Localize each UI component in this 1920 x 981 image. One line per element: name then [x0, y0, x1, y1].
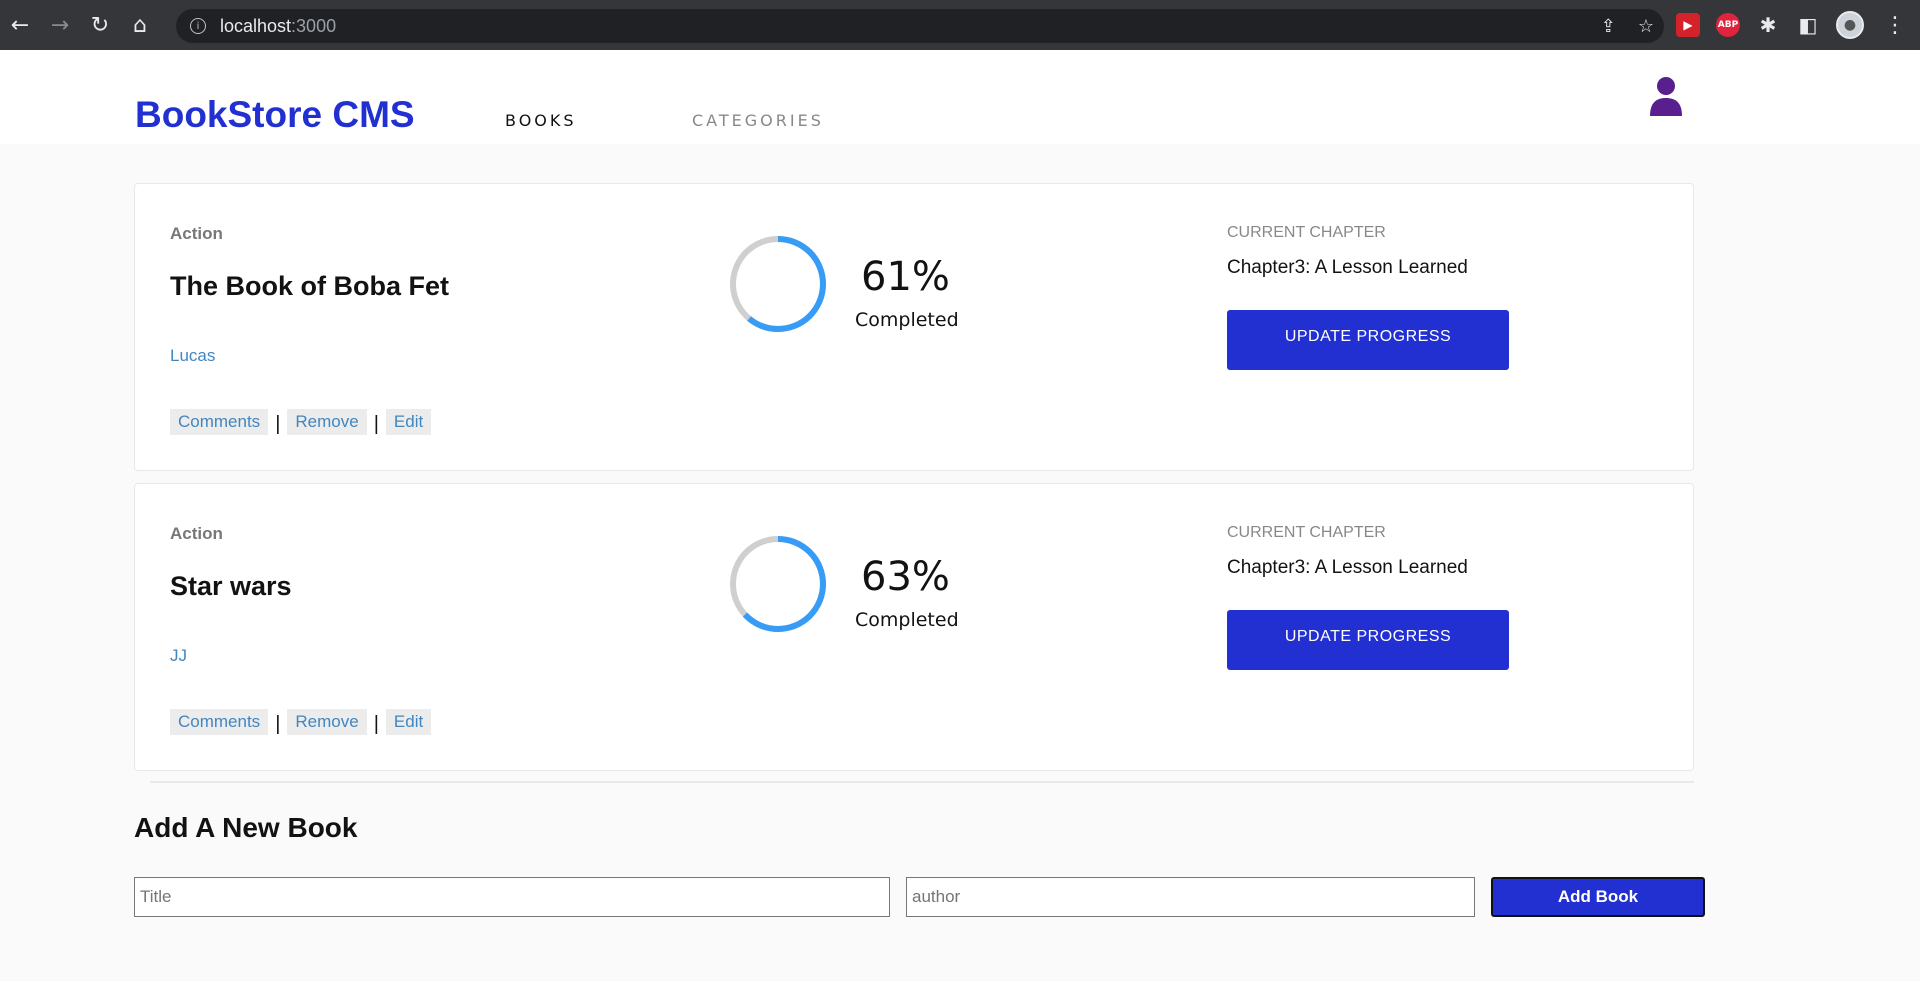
progress-ring [730, 536, 826, 632]
separator: | [373, 413, 379, 435]
progress-percent: 63% [861, 554, 950, 600]
completed-label: Completed [855, 309, 959, 331]
divider [150, 781, 1694, 783]
author-input[interactable] [906, 877, 1475, 917]
remove-button[interactable]: Remove [287, 408, 367, 435]
current-chapter: Chapter3: A Lesson Learned [1227, 257, 1468, 278]
browser-toolbar: ← → ↻ ⌂ i localhost:3000 ⇪ ☆ ▶ ABP ✱ ◧ ●… [0, 0, 1920, 50]
book-actions: Comments | Remove | Edit [170, 407, 432, 436]
update-progress-button[interactable]: UPDATE PROGRESS [1227, 610, 1509, 670]
user-icon[interactable] [1648, 76, 1684, 116]
book-title: Star wars [170, 571, 292, 601]
logo[interactable]: BookStore CMS [135, 94, 415, 136]
comments-button[interactable]: Comments [170, 708, 269, 735]
current-chapter-label: CURRENT CHAPTER [1227, 224, 1386, 241]
progress-ring [730, 236, 826, 332]
profile-avatar[interactable]: ● [1836, 11, 1864, 39]
separator: | [275, 713, 281, 735]
forward-icon[interactable]: → [40, 0, 80, 50]
separator: | [275, 413, 281, 435]
comments-button[interactable]: Comments [170, 408, 269, 435]
add-book-button[interactable]: Add Book [1491, 877, 1705, 917]
url-port: :3000 [291, 15, 337, 36]
adblock-icon[interactable]: ABP [1716, 13, 1740, 37]
share-icon[interactable]: ⇪ [1601, 16, 1616, 37]
app-header: BookStore CMS BOOKS CATEGORIES [0, 50, 1920, 144]
book-author[interactable]: Lucas [170, 346, 215, 366]
nav-books[interactable]: BOOKS [505, 111, 577, 130]
title-input[interactable] [134, 877, 890, 917]
form-heading: Add A New Book [134, 812, 358, 843]
sidebar-icon[interactable]: ◧ [1796, 13, 1820, 37]
menu-icon[interactable]: ⋮ [1884, 0, 1906, 50]
current-chapter: Chapter3: A Lesson Learned [1227, 557, 1468, 578]
url-text: localhost:3000 [220, 16, 336, 37]
separator: | [373, 713, 379, 735]
progress-percent: 61% [861, 254, 950, 300]
back-icon[interactable]: ← [0, 0, 40, 50]
extension-red-icon[interactable]: ▶ [1676, 13, 1700, 37]
edit-button[interactable]: Edit [385, 708, 432, 735]
book-card: Action Star wars JJ Comments | Remove | … [134, 483, 1694, 771]
nav-categories[interactable]: CATEGORIES [692, 111, 824, 130]
completed-label: Completed [855, 609, 959, 631]
info-icon[interactable]: i [190, 18, 206, 34]
update-progress-button[interactable]: UPDATE PROGRESS [1227, 310, 1509, 370]
book-author[interactable]: JJ [170, 646, 187, 666]
edit-button[interactable]: Edit [385, 408, 432, 435]
current-chapter-label: CURRENT CHAPTER [1227, 524, 1386, 541]
address-bar[interactable]: i localhost:3000 ⇪ ☆ [176, 9, 1664, 43]
book-genre: Action [170, 524, 223, 543]
star-icon[interactable]: ☆ [1638, 16, 1654, 37]
home-icon[interactable]: ⌂ [120, 0, 160, 50]
book-genre: Action [170, 224, 223, 243]
book-card: Action The Book of Boba Fet Lucas Commen… [134, 183, 1694, 471]
book-actions: Comments | Remove | Edit [170, 707, 432, 736]
book-title: The Book of Boba Fet [170, 271, 449, 301]
url-host: localhost [220, 15, 292, 36]
extensions-icon[interactable]: ✱ [1756, 13, 1780, 37]
remove-button[interactable]: Remove [287, 708, 367, 735]
reload-icon[interactable]: ↻ [80, 0, 120, 50]
